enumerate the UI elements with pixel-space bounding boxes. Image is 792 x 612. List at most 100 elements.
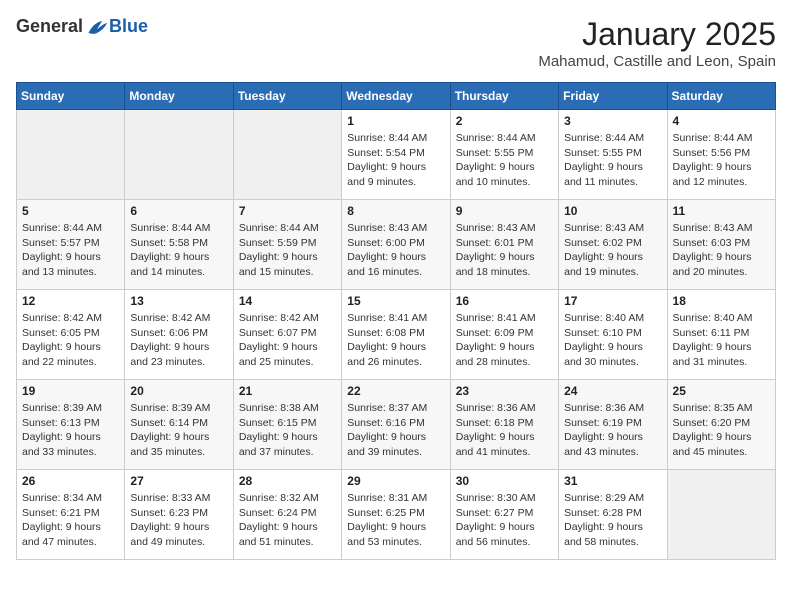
location-title: Mahamud, Castille and Leon, Spain <box>538 53 776 70</box>
day-info: Sunrise: 8:33 AMSunset: 6:23 PMDaylight:… <box>130 491 227 550</box>
day-info: Sunrise: 8:44 AMSunset: 5:55 PMDaylight:… <box>564 131 661 190</box>
day-number: 19 <box>22 384 119 398</box>
calendar-cell: 13Sunrise: 8:42 AMSunset: 6:06 PMDayligh… <box>125 290 233 380</box>
day-number: 14 <box>239 294 336 308</box>
calendar-cell: 23Sunrise: 8:36 AMSunset: 6:18 PMDayligh… <box>450 380 558 470</box>
calendar-cell: 2Sunrise: 8:44 AMSunset: 5:55 PMDaylight… <box>450 110 558 200</box>
calendar-cell: 14 Sunrise: 8:42 AMSunset: 6:07 PMDayligh… <box>233 290 341 380</box>
logo-bird-icon <box>85 17 109 37</box>
calendar-cell: 16Sunrise: 8:41 AMSunset: 6:09 PMDayligh… <box>450 290 558 380</box>
day-number: 8 <box>347 204 444 218</box>
calendar-cell: 26 Sunrise: 8:34 AMSunset: 6:21 PMDayligh… <box>17 470 125 560</box>
weekday-wednesday: Wednesday <box>342 83 450 110</box>
calendar-cell: 30 Sunrise: 8:30 AMSunset: 6:27 PMDayligh… <box>450 470 558 560</box>
day-number: 15 <box>347 294 444 308</box>
calendar-cell: 20 Sunrise: 8:39 AMSunset: 6:14 PMDayligh… <box>125 380 233 470</box>
day-number: 18 <box>673 294 770 308</box>
day-info: Sunrise: 8:40 AMSunset: 6:11 PMDaylight:… <box>673 311 770 370</box>
calendar-cell: 25 Sunrise: 8:35 AMSunset: 6:20 PMDayligh… <box>667 380 775 470</box>
day-info: Sunrise: 8:31 AMSunset: 6:25 PMDaylight:… <box>347 491 444 550</box>
calendar-cell: 6 Sunrise: 8:44 AMSunset: 5:58 PMDaylight… <box>125 200 233 290</box>
day-info: Sunrise: 8:44 AMSunset: 5:57 PMDaylight:… <box>22 221 119 280</box>
calendar-cell: 24Sunrise: 8:36 AMSunset: 6:19 PMDayligh… <box>559 380 667 470</box>
day-number: 22 <box>347 384 444 398</box>
calendar-cell: 19 Sunrise: 8:39 AMSunset: 6:13 PMDayligh… <box>17 380 125 470</box>
calendar-cell: 22 Sunrise: 8:37 AMSunset: 6:16 PMDayligh… <box>342 380 450 470</box>
calendar-cell: 10 Sunrise: 8:43 AMSunset: 6:02 PMDayligh… <box>559 200 667 290</box>
day-number: 5 <box>22 204 119 218</box>
calendar-cell <box>233 110 341 200</box>
day-info: Sunrise: 8:34 AMSunset: 6:21 PMDaylight:… <box>22 491 119 550</box>
day-number: 10 <box>564 204 661 218</box>
calendar-cell: 29 Sunrise: 8:31 AMSunset: 6:25 PMDayligh… <box>342 470 450 560</box>
day-info: Sunrise: 8:39 AMSunset: 6:13 PMDaylight:… <box>22 401 119 460</box>
calendar-week-1: 1 Sunrise: 8:44 AMSunset: 5:54 PMDaylight… <box>17 110 776 200</box>
calendar-cell: 7 Sunrise: 8:44 AMSunset: 5:59 PMDaylight… <box>233 200 341 290</box>
day-number: 11 <box>673 204 770 218</box>
day-info: Sunrise: 8:42 AMSunset: 6:06 PMDaylight:… <box>130 311 227 370</box>
calendar-cell: 15 Sunrise: 8:41 AMSunset: 6:08 PMDayligh… <box>342 290 450 380</box>
day-info: Sunrise: 8:42 AMSunset: 6:07 PMDaylight:… <box>239 311 336 370</box>
day-number: 20 <box>130 384 227 398</box>
day-info: Sunrise: 8:43 AMSunset: 6:01 PMDaylight:… <box>456 221 553 280</box>
weekday-monday: Monday <box>125 83 233 110</box>
calendar-cell: 4 Sunrise: 8:44 AMSunset: 5:56 PMDaylight… <box>667 110 775 200</box>
day-info: Sunrise: 8:44 AMSunset: 5:54 PMDaylight:… <box>347 131 444 190</box>
calendar-week-3: 12Sunrise: 8:42 AMSunset: 6:05 PMDayligh… <box>17 290 776 380</box>
day-number: 30 <box>456 474 553 488</box>
day-info: Sunrise: 8:35 AMSunset: 6:20 PMDaylight:… <box>673 401 770 460</box>
day-number: 9 <box>456 204 553 218</box>
day-info: Sunrise: 8:44 AMSunset: 5:56 PMDaylight:… <box>673 131 770 190</box>
calendar-cell <box>17 110 125 200</box>
day-info: Sunrise: 8:44 AMSunset: 5:59 PMDaylight:… <box>239 221 336 280</box>
calendar-cell: 9 Sunrise: 8:43 AMSunset: 6:01 PMDaylight… <box>450 200 558 290</box>
calendar-cell: 17Sunrise: 8:40 AMSunset: 6:10 PMDayligh… <box>559 290 667 380</box>
day-info: Sunrise: 8:38 AMSunset: 6:15 PMDaylight:… <box>239 401 336 460</box>
logo: General Blue <box>16 16 148 37</box>
day-info: Sunrise: 8:41 AMSunset: 6:09 PMDaylight:… <box>456 311 553 370</box>
weekday-tuesday: Tuesday <box>233 83 341 110</box>
day-info: Sunrise: 8:30 AMSunset: 6:27 PMDaylight:… <box>456 491 553 550</box>
day-number: 12 <box>22 294 119 308</box>
calendar-week-5: 26 Sunrise: 8:34 AMSunset: 6:21 PMDayligh… <box>17 470 776 560</box>
day-number: 7 <box>239 204 336 218</box>
calendar-cell: 11 Sunrise: 8:43 AMSunset: 6:03 PMDayligh… <box>667 200 775 290</box>
day-number: 3 <box>564 114 661 128</box>
day-info: Sunrise: 8:39 AMSunset: 6:14 PMDaylight:… <box>130 401 227 460</box>
day-number: 25 <box>673 384 770 398</box>
month-title: January 2025 <box>538 16 776 53</box>
day-number: 31 <box>564 474 661 488</box>
calendar-week-2: 5 Sunrise: 8:44 AMSunset: 5:57 PMDaylight… <box>17 200 776 290</box>
day-number: 28 <box>239 474 336 488</box>
day-info: Sunrise: 8:29 AMSunset: 6:28 PMDaylight:… <box>564 491 661 550</box>
day-number: 6 <box>130 204 227 218</box>
calendar-cell: 21Sunrise: 8:38 AMSunset: 6:15 PMDayligh… <box>233 380 341 470</box>
title-block: January 2025 Mahamud, Castille and Leon,… <box>538 16 776 70</box>
day-info: Sunrise: 8:44 AMSunset: 5:58 PMDaylight:… <box>130 221 227 280</box>
day-info: Sunrise: 8:43 AMSunset: 6:02 PMDaylight:… <box>564 221 661 280</box>
day-number: 2 <box>456 114 553 128</box>
day-number: 4 <box>673 114 770 128</box>
day-number: 29 <box>347 474 444 488</box>
calendar-cell: 28 Sunrise: 8:32 AMSunset: 6:24 PMDayligh… <box>233 470 341 560</box>
logo-blue: Blue <box>109 16 148 37</box>
day-number: 23 <box>456 384 553 398</box>
calendar-week-4: 19 Sunrise: 8:39 AMSunset: 6:13 PMDayligh… <box>17 380 776 470</box>
weekday-sunday: Sunday <box>17 83 125 110</box>
day-number: 27 <box>130 474 227 488</box>
calendar-cell: 12Sunrise: 8:42 AMSunset: 6:05 PMDayligh… <box>17 290 125 380</box>
weekday-thursday: Thursday <box>450 83 558 110</box>
calendar-cell: 5 Sunrise: 8:44 AMSunset: 5:57 PMDaylight… <box>17 200 125 290</box>
day-info: Sunrise: 8:43 AMSunset: 6:00 PMDaylight:… <box>347 221 444 280</box>
day-info: Sunrise: 8:43 AMSunset: 6:03 PMDaylight:… <box>673 221 770 280</box>
calendar-cell: 31 Sunrise: 8:29 AMSunset: 6:28 PMDayligh… <box>559 470 667 560</box>
calendar-cell: 27 Sunrise: 8:33 AMSunset: 6:23 PMDayligh… <box>125 470 233 560</box>
day-number: 1 <box>347 114 444 128</box>
day-info: Sunrise: 8:41 AMSunset: 6:08 PMDaylight:… <box>347 311 444 370</box>
day-info: Sunrise: 8:32 AMSunset: 6:24 PMDaylight:… <box>239 491 336 550</box>
day-info: Sunrise: 8:37 AMSunset: 6:16 PMDaylight:… <box>347 401 444 460</box>
calendar-cell: 8 Sunrise: 8:43 AMSunset: 6:00 PMDaylight… <box>342 200 450 290</box>
day-number: 26 <box>22 474 119 488</box>
calendar-cell: 3 Sunrise: 8:44 AMSunset: 5:55 PMDaylight… <box>559 110 667 200</box>
day-info: Sunrise: 8:36 AMSunset: 6:19 PMDaylight:… <box>564 401 661 460</box>
